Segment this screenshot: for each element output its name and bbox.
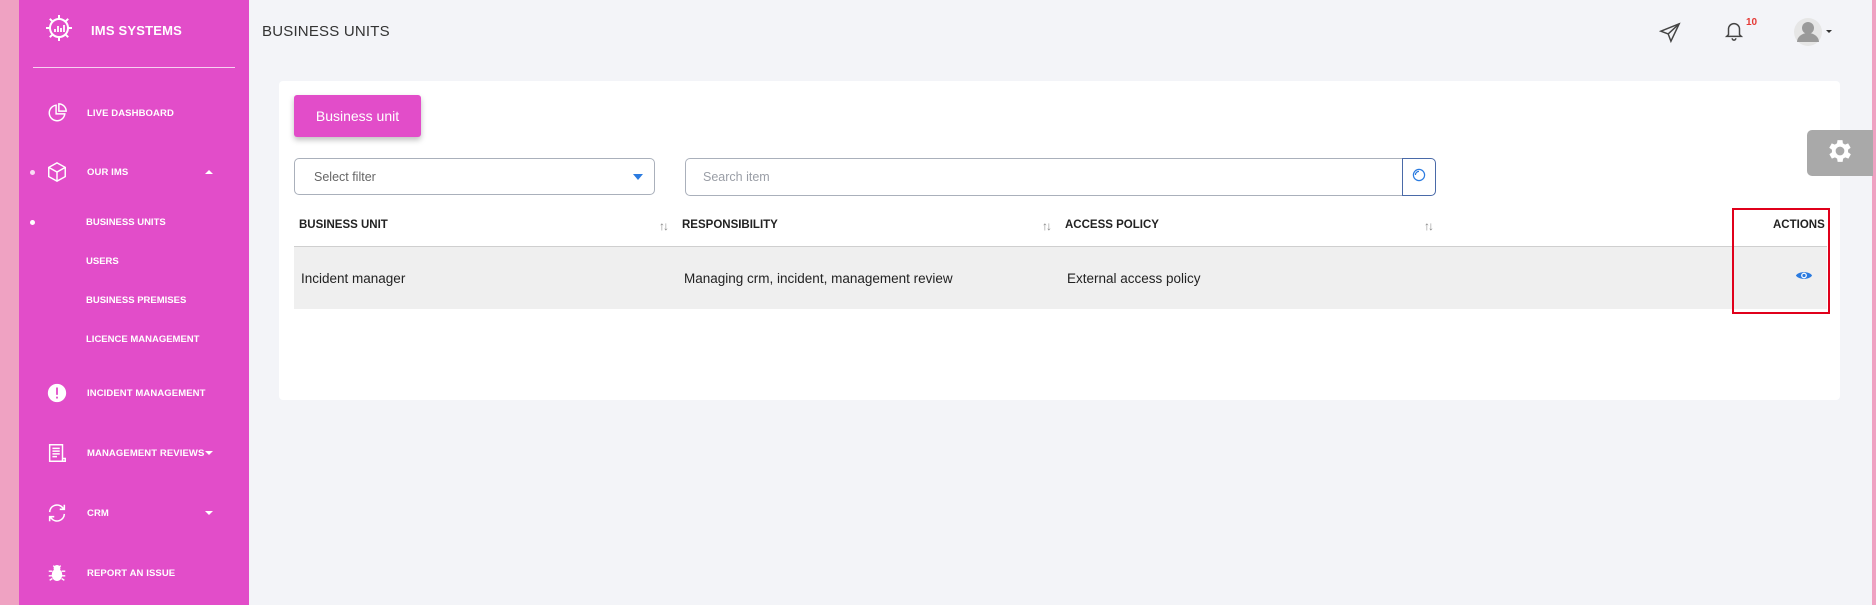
view-button[interactable] bbox=[1794, 270, 1814, 286]
chevron-down-icon bbox=[205, 451, 213, 455]
right-edge-strip bbox=[1872, 0, 1876, 605]
column-header-actions: ACTIONS bbox=[1773, 219, 1825, 231]
pie-chart-icon bbox=[45, 101, 69, 125]
sidebar-item-label: MANAGEMENT REVIEWS bbox=[87, 447, 205, 459]
active-dot bbox=[30, 219, 35, 225]
column-header-responsibility: RESPONSIBILITY bbox=[682, 219, 778, 231]
sidebar-item-crm[interactable]: CRM bbox=[19, 498, 249, 528]
cube-icon bbox=[45, 160, 69, 184]
sidebar-item-our-ims[interactable]: OUR IMS bbox=[19, 157, 249, 187]
sidebar-subitem-label: BUSINESS UNITS bbox=[86, 216, 166, 228]
alert-icon bbox=[45, 381, 69, 405]
sidebar-item-label: OUR IMS bbox=[87, 166, 129, 178]
bell-icon[interactable] bbox=[1722, 17, 1746, 43]
sidebar-item-live-dashboard[interactable]: LIVE DASHBOARD bbox=[19, 98, 249, 128]
filter-select[interactable]: Select filter bbox=[294, 158, 655, 195]
brand[interactable]: IMS SYSTEMS bbox=[43, 12, 182, 48]
page-title: BUSINESS UNITS bbox=[262, 23, 390, 40]
cell-business-unit: Incident manager bbox=[301, 271, 406, 286]
sidebar-item-label: REPORT AN ISSUE bbox=[87, 567, 176, 579]
sidebar-subitem-label: USERS bbox=[86, 255, 119, 267]
chevron-up-icon bbox=[205, 170, 213, 174]
filter-placeholder: Select filter bbox=[314, 170, 376, 184]
column-header-access-policy: ACCESS POLICY bbox=[1065, 219, 1159, 231]
sidebar-subitem-label: BUSINESS PREMISES bbox=[86, 294, 187, 306]
table-row[interactable] bbox=[294, 247, 1827, 309]
avatar[interactable] bbox=[1794, 16, 1834, 48]
refresh-icon bbox=[45, 501, 69, 525]
sidebar-subitem-business-premises[interactable]: BUSINESS PREMISES bbox=[19, 289, 249, 311]
column-header-business-unit: BUSINESS UNIT bbox=[299, 219, 388, 231]
cell-access-policy: External access policy bbox=[1067, 271, 1201, 286]
document-icon bbox=[45, 441, 69, 465]
chevron-down-icon bbox=[205, 511, 213, 515]
chevron-down-icon bbox=[1826, 30, 1832, 33]
search-icon bbox=[1411, 167, 1427, 188]
settings-tab[interactable] bbox=[1807, 130, 1873, 176]
sidebar: IMS SYSTEMS LIVE DASHBOARD OUR IMS BUSIN… bbox=[19, 0, 249, 605]
brand-name: IMS SYSTEMS bbox=[91, 22, 183, 38]
add-business-unit-button[interactable]: Business unit bbox=[294, 95, 421, 137]
chevron-down-icon bbox=[633, 174, 643, 180]
sort-icon[interactable]: ↑↓ bbox=[1424, 219, 1434, 233]
sidebar-item-incident-management[interactable]: INCIDENT MANAGEMENT bbox=[19, 378, 249, 408]
sidebar-item-report-an-issue[interactable]: REPORT AN ISSUE bbox=[19, 558, 249, 588]
sidebar-item-label: INCIDENT MANAGEMENT bbox=[87, 387, 206, 399]
sidebar-dot bbox=[30, 169, 35, 175]
gear-icon bbox=[1825, 136, 1855, 171]
sidebar-subitem-users[interactable]: USERS bbox=[19, 250, 249, 272]
sort-icon[interactable]: ↑↓ bbox=[1042, 219, 1052, 233]
bug-icon bbox=[45, 561, 69, 585]
content-card bbox=[279, 81, 1840, 400]
eye-icon bbox=[1795, 269, 1813, 287]
gear-chart-logo-icon bbox=[43, 12, 75, 49]
sort-icon[interactable]: ↑↓ bbox=[659, 219, 669, 233]
cell-responsibility: Managing crm, incident, management revie… bbox=[684, 271, 953, 286]
sidebar-subitem-label: LICENCE MANAGEMENT bbox=[86, 333, 200, 345]
sidebar-item-label: LIVE DASHBOARD bbox=[87, 107, 174, 119]
notification-badge: 10 bbox=[1746, 17, 1758, 28]
send-icon[interactable] bbox=[1658, 21, 1682, 45]
sidebar-subitem-business-units[interactable]: BUSINESS UNITS bbox=[19, 211, 249, 233]
sidebar-subitem-licence-management[interactable]: LICENCE MANAGEMENT bbox=[19, 328, 249, 350]
sidebar-item-management-reviews[interactable]: MANAGEMENT REVIEWS bbox=[19, 438, 249, 468]
sidebar-item-label: CRM bbox=[87, 507, 109, 519]
brand-divider bbox=[33, 67, 235, 68]
left-edge-strip bbox=[0, 0, 19, 605]
search-button[interactable] bbox=[1402, 158, 1436, 196]
search-input[interactable] bbox=[685, 158, 1403, 196]
